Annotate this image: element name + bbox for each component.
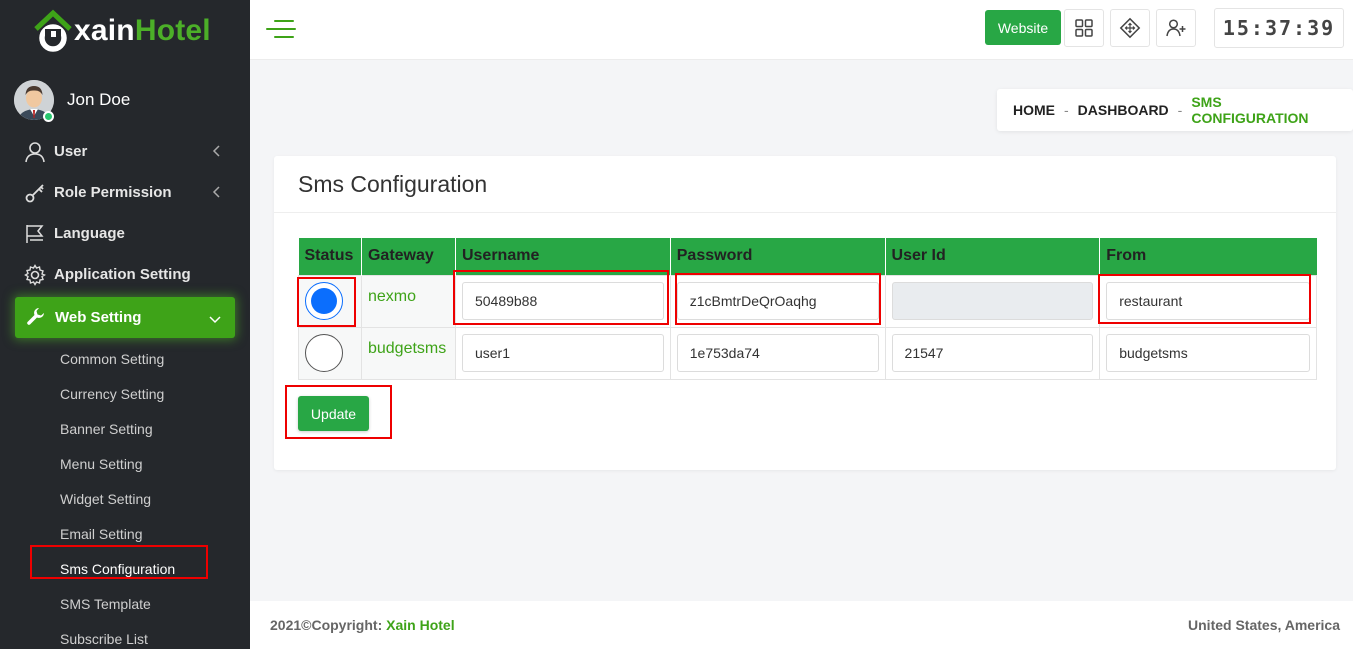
sidebar-item-application-setting[interactable]: Application Setting	[0, 254, 250, 295]
breadcrumb-current: SMS CONFIGURATION	[1191, 94, 1309, 126]
submenu-item-menu-setting[interactable]: Menu Setting	[0, 446, 250, 481]
sidebar-item-role-permission[interactable]: Role Permission	[0, 172, 250, 213]
footer-brand-link[interactable]: Xain Hotel	[386, 617, 454, 633]
from-input-budgetsms[interactable]	[1106, 334, 1310, 372]
footer-copyright: 2021©Copyright: Xain Hotel	[270, 617, 455, 633]
sms-gateway-table: Status Gateway Username Password User Id…	[298, 238, 1317, 380]
sidebar-item-user[interactable]: User	[0, 131, 250, 172]
move-icon[interactable]	[1110, 9, 1150, 47]
password-input-nexmo[interactable]	[676, 282, 879, 320]
status-cell	[298, 274, 362, 328]
password-cell	[669, 274, 886, 328]
username-input-budgetsms[interactable]	[461, 334, 664, 372]
card-header: Sms Configuration	[274, 156, 1336, 213]
top-bar: Website 15:37:39	[250, 0, 1353, 60]
footer: 2021©Copyright: Xain Hotel United States…	[250, 601, 1353, 649]
status-cell	[298, 326, 362, 380]
sidebar-item-label: User	[54, 143, 88, 160]
status-radio-budgetsms[interactable]	[305, 334, 343, 372]
user-id-input-nexmo	[891, 282, 1094, 320]
column-header-status: Status	[298, 238, 362, 275]
copyright-text: 2021©Copyright:	[270, 617, 383, 633]
breadcrumb-dashboard[interactable]: DASHBOARD	[1078, 102, 1169, 118]
submenu-item-banner-setting[interactable]: Banner Setting	[0, 411, 250, 446]
column-header-username: Username	[455, 238, 671, 275]
chevron-down-icon	[209, 311, 221, 328]
breadcrumb-home[interactable]: HOME	[1013, 102, 1055, 118]
user-id-cell	[884, 326, 1101, 380]
radio-selected-dot	[311, 288, 337, 314]
chevron-left-icon	[212, 185, 220, 202]
logo-text: xainHotel	[74, 14, 211, 47]
user-profile[interactable]: Jon Doe	[14, 80, 131, 122]
digital-clock: 15:37:39	[1214, 8, 1344, 48]
submenu-item-widget-setting[interactable]: Widget Setting	[0, 481, 250, 516]
sidebar-nav: User Role Permission Language Applicatio…	[0, 131, 250, 649]
column-header-from: From	[1099, 238, 1317, 275]
page-title: Sms Configuration	[298, 170, 488, 197]
sidebar-item-label: Language	[54, 225, 125, 242]
submenu-item-sms-template[interactable]: SMS Template	[0, 586, 250, 621]
sidebar-item-label: Application Setting	[54, 266, 191, 283]
breadcrumb-separator: -	[1064, 102, 1069, 118]
breadcrumb-separator: -	[1177, 102, 1183, 118]
logo[interactable]: xainHotel	[32, 6, 211, 56]
gateway-name: nexmo	[360, 274, 456, 328]
user-id-cell	[884, 274, 1101, 328]
footer-location: United States, America	[1188, 617, 1340, 633]
update-button[interactable]: Update	[298, 396, 369, 431]
from-cell	[1099, 274, 1317, 328]
user-icon	[24, 141, 46, 163]
column-header-gateway: Gateway	[361, 238, 456, 275]
password-cell	[669, 326, 886, 380]
breadcrumb: HOME - DASHBOARD - SMS CONFIGURATION	[997, 89, 1353, 131]
add-user-icon[interactable]	[1156, 9, 1196, 47]
gateway-name: budgetsms	[360, 326, 456, 380]
sidebar-item-label: Web Setting	[55, 309, 142, 326]
profile-name: Jon Doe	[67, 90, 131, 109]
table-header-row: Status Gateway Username Password User Id…	[298, 238, 1317, 275]
table-row: nexmo	[298, 274, 1317, 328]
submenu-item-subscribe-list[interactable]: Subscribe List	[0, 621, 250, 649]
username-cell	[454, 274, 671, 328]
submenu-item-currency-setting[interactable]: Currency Setting	[0, 376, 250, 411]
table-row: budgetsms	[298, 326, 1317, 380]
column-header-password: Password	[670, 238, 886, 275]
user-id-input-budgetsms[interactable]	[891, 334, 1094, 372]
sidebar-item-language[interactable]: Language	[0, 213, 250, 254]
key-icon	[24, 182, 46, 204]
from-input-nexmo[interactable]	[1106, 282, 1310, 320]
sidebar: xainHotel Jon Doe User Role Permission L…	[0, 0, 250, 649]
menu-toggle-icon[interactable]	[266, 18, 296, 40]
password-input-budgetsms[interactable]	[676, 334, 879, 372]
username-input-nexmo[interactable]	[461, 282, 664, 320]
submenu-item-common-setting[interactable]: Common Setting	[0, 341, 250, 376]
website-button[interactable]: Website	[985, 10, 1061, 45]
chevron-left-icon	[212, 144, 220, 161]
column-header-user-id: User Id	[885, 238, 1101, 275]
sidebar-item-web-setting[interactable]: Web Setting	[15, 297, 235, 338]
username-cell	[454, 326, 671, 380]
gear-icon	[24, 263, 46, 286]
online-status-dot	[43, 111, 54, 122]
grid-icon[interactable]	[1064, 9, 1104, 47]
sms-configuration-card: Sms Configuration Status Gateway Usernam…	[274, 156, 1336, 470]
status-radio-nexmo[interactable]	[305, 282, 343, 320]
web-setting-submenu: Common Setting Currency Setting Banner S…	[0, 341, 250, 649]
submenu-item-sms-configuration[interactable]: Sms Configuration	[0, 551, 250, 586]
wrench-icon	[25, 307, 47, 329]
language-icon	[24, 223, 46, 245]
from-cell	[1099, 326, 1317, 380]
submenu-item-email-setting[interactable]: Email Setting	[0, 516, 250, 551]
sidebar-item-label: Role Permission	[54, 184, 172, 201]
house-logo-icon	[32, 9, 74, 53]
